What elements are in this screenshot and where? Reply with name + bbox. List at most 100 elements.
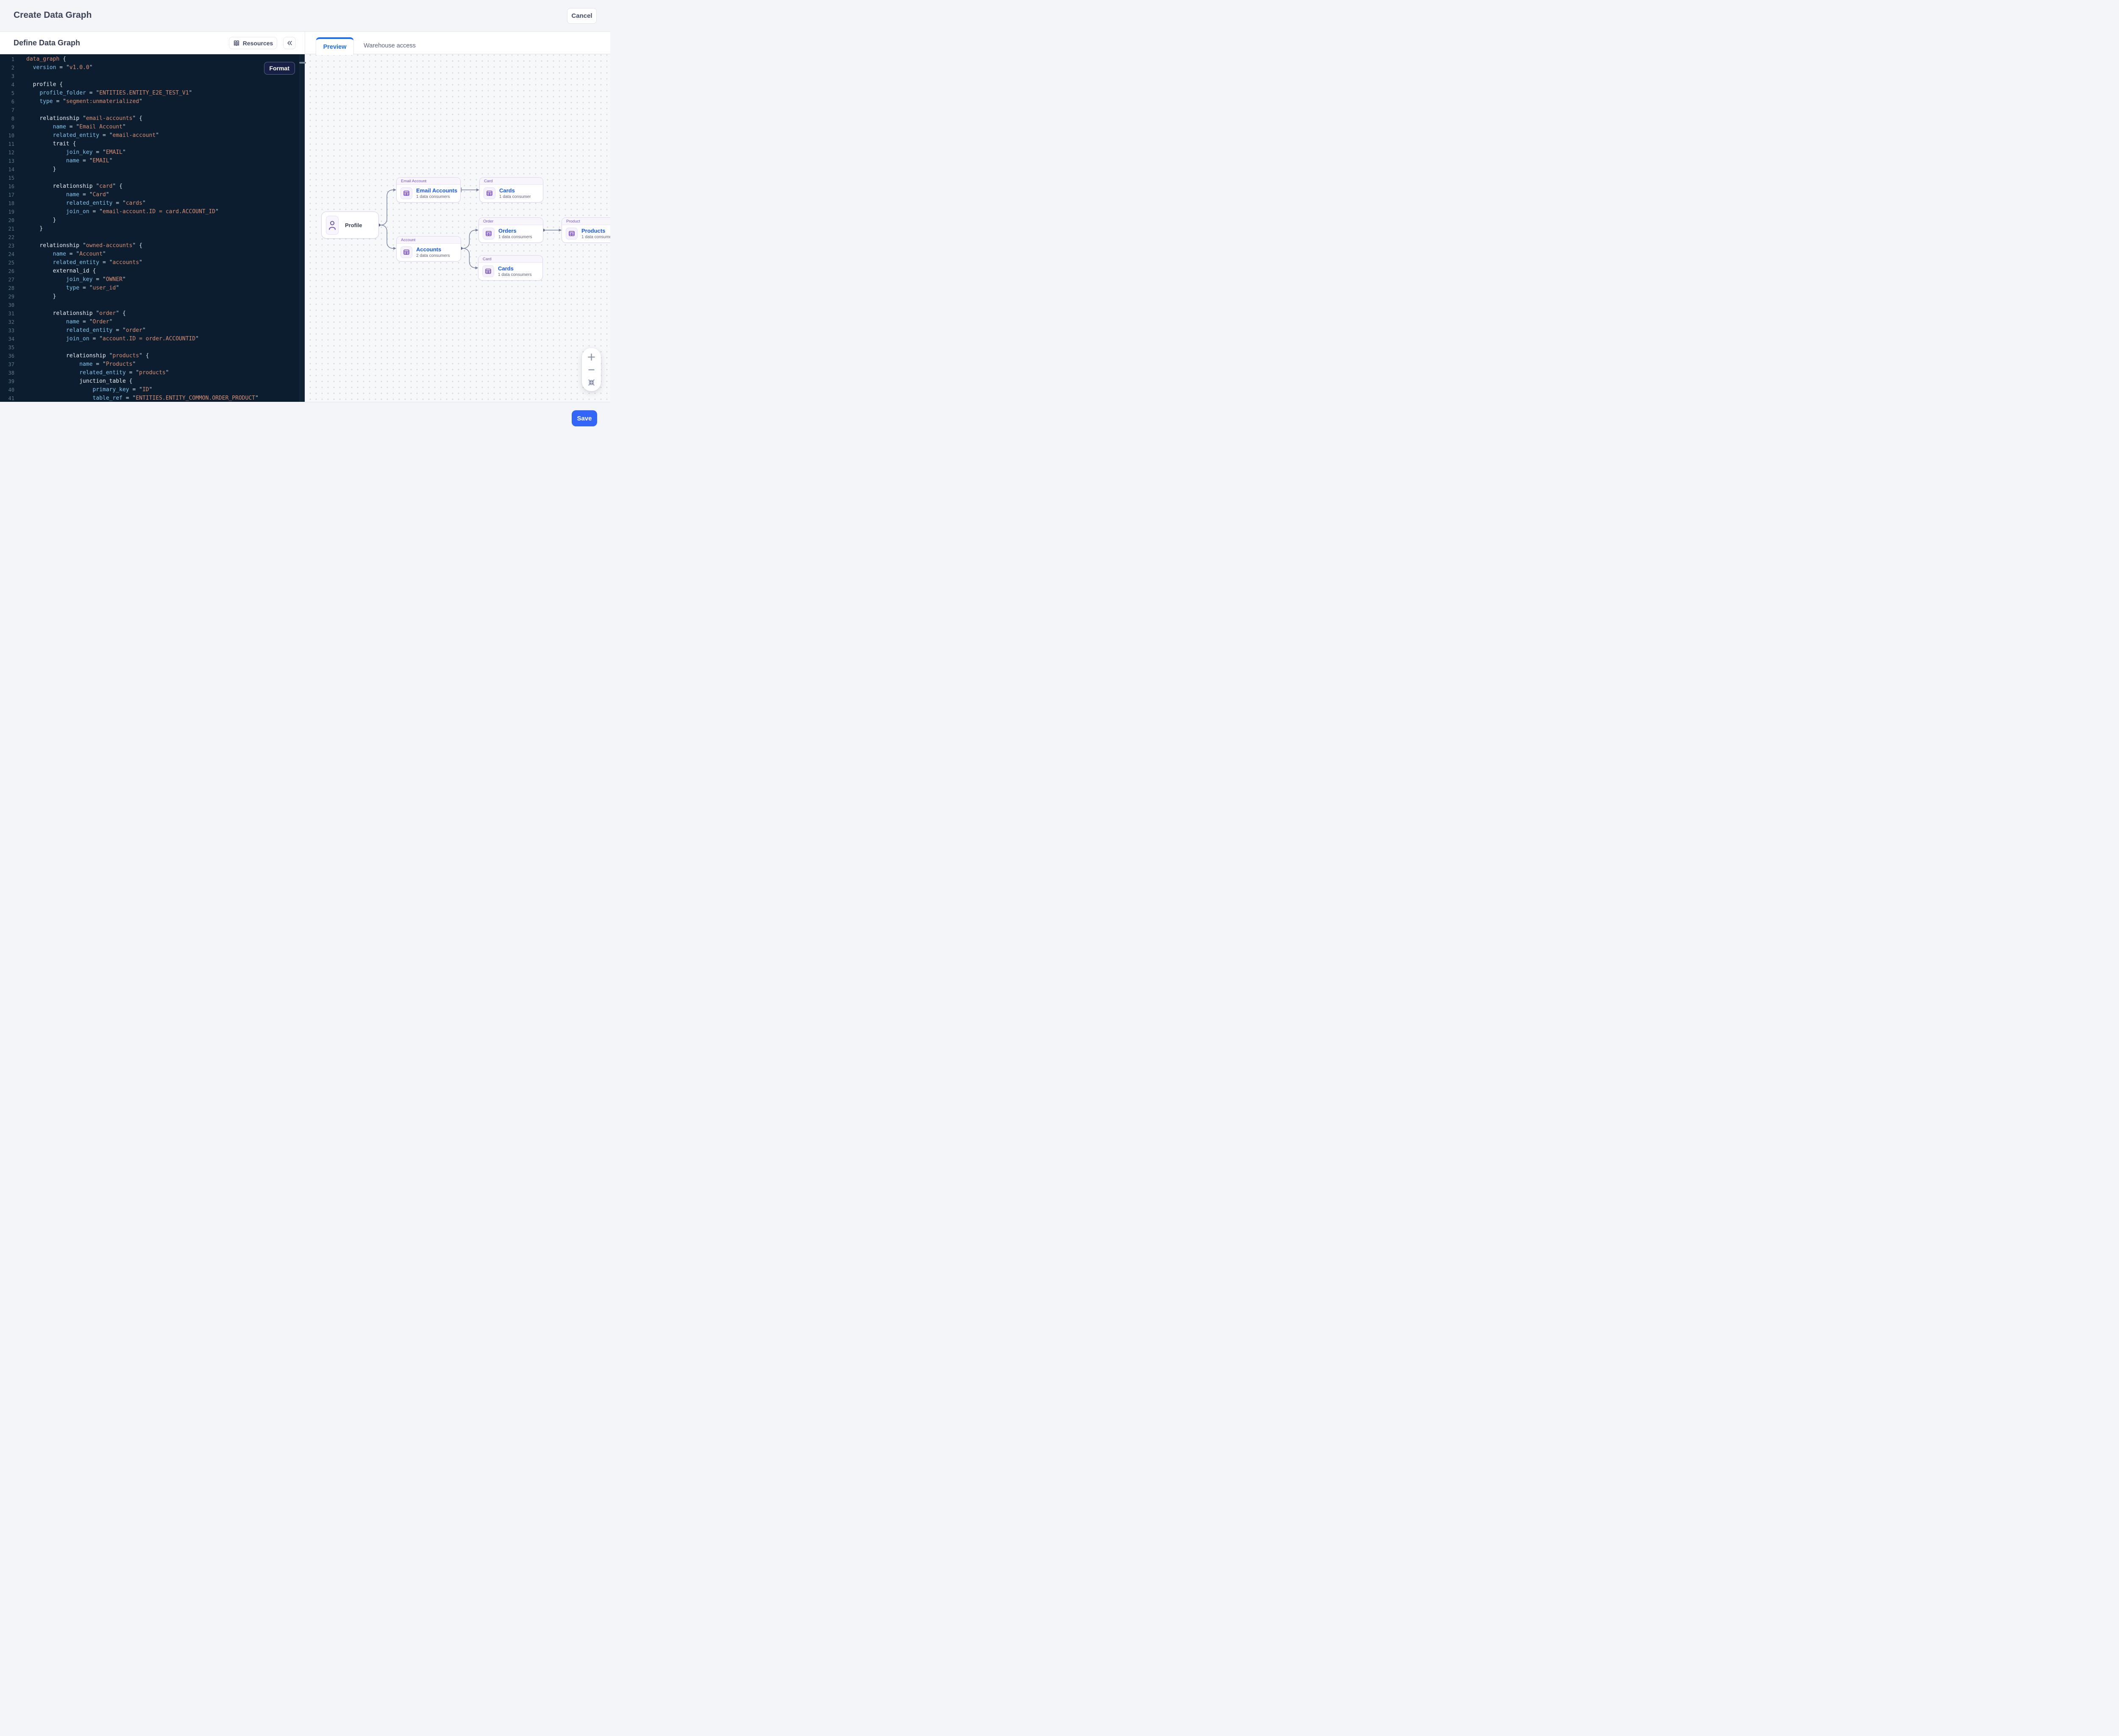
code-line[interactable]: 4 profile { xyxy=(0,81,300,89)
page-title: Create Data Graph xyxy=(14,10,92,20)
entity-group-label: Order xyxy=(479,218,543,225)
code-line[interactable]: 22 xyxy=(0,233,300,242)
code-line[interactable]: 24 name = "Account" xyxy=(0,250,300,259)
code-line[interactable]: 18 related_entity = "cards" xyxy=(0,199,300,208)
zoom-in-icon[interactable] xyxy=(588,353,595,361)
code-line[interactable]: 23 relationship "owned-accounts" { xyxy=(0,242,300,250)
table-icon xyxy=(482,265,494,277)
code-line[interactable]: 37 name = "Products" xyxy=(0,360,300,369)
zoom-controls xyxy=(582,348,601,391)
code-line[interactable]: 20 } xyxy=(0,216,300,225)
code-line[interactable]: 11 trait { xyxy=(0,140,300,148)
graph-node-email-account[interactable]: Email AccountEmail Accounts1 data consum… xyxy=(396,177,461,203)
code-line[interactable]: 36 relationship "products" { xyxy=(0,352,300,360)
code-editor[interactable]: 1data_graph {2 version = "v1.0.0"34 prof… xyxy=(0,54,305,402)
code-line[interactable]: 13 name = "EMAIL" xyxy=(0,157,300,165)
profile-node-label: Profile xyxy=(345,222,362,228)
editor-panel-title: Define Data Graph xyxy=(14,39,80,47)
code-line[interactable]: 12 join_key = "EMAIL" xyxy=(0,148,300,157)
book-icon xyxy=(233,40,240,47)
graph-canvas[interactable]: Profile Email AccountEmail Accounts1 dat… xyxy=(305,54,610,402)
person-icon xyxy=(328,220,336,231)
double-chevron-left-icon xyxy=(286,40,293,46)
define-data-graph-panel: Define Data Graph Resources xyxy=(0,32,305,402)
graph-node-card-top[interactable]: Card Cards1 data consumer xyxy=(479,177,543,203)
table-icon xyxy=(400,246,412,258)
code-line[interactable]: 15 xyxy=(0,174,300,182)
resources-label: Resources xyxy=(243,40,273,47)
code-line[interactable]: 6 type = "segment:unmaterialized" xyxy=(0,97,300,106)
code-lines: 1data_graph {2 version = "v1.0.0"34 prof… xyxy=(0,55,300,402)
entity-group-label: Card xyxy=(480,178,543,185)
code-line[interactable]: 9 name = "Email Account" xyxy=(0,123,300,131)
code-line[interactable]: 19 join_on = "email-account.ID = card.AC… xyxy=(0,208,300,216)
code-line[interactable]: 21 } xyxy=(0,225,300,233)
app-header: Create Data Graph Cancel xyxy=(0,0,610,32)
table-icon xyxy=(484,187,495,199)
profile-icon-box xyxy=(326,216,339,235)
code-line[interactable]: 7 xyxy=(0,106,300,114)
collapse-panel-button[interactable] xyxy=(283,37,296,49)
fit-view-icon[interactable] xyxy=(588,378,595,386)
entity-group-label: Product xyxy=(562,218,610,225)
code-line[interactable]: 26 external_id { xyxy=(0,267,300,275)
code-line[interactable]: 41 table_ref = "ENTITIES.ENTITY_COMMON.O… xyxy=(0,394,300,402)
code-line[interactable]: 2 version = "v1.0.0" xyxy=(0,64,300,72)
code-line[interactable]: 34 join_on = "account.ID = order.ACCOUNT… xyxy=(0,335,300,343)
entity-consumer-count: 2 data consumers xyxy=(416,253,450,258)
code-line[interactable]: 17 name = "Card" xyxy=(0,191,300,199)
code-line[interactable]: 35 xyxy=(0,343,300,352)
entity-consumer-count: 1 data consumers xyxy=(416,195,457,199)
code-line[interactable]: 5 profile_folder = "ENTITIES.ENTITY_E2E_… xyxy=(0,89,300,97)
panel-resize-handle[interactable] xyxy=(299,62,306,64)
save-button[interactable]: Save xyxy=(572,410,597,426)
graph-node-order[interactable]: Order Orders1 data consumers xyxy=(478,217,543,243)
code-line[interactable]: 1data_graph { xyxy=(0,55,300,64)
graph-node-card-bottom[interactable]: Card Cards1 data consumers xyxy=(478,255,543,281)
code-line[interactable]: 32 name = "Order" xyxy=(0,318,300,326)
table-icon xyxy=(400,187,412,199)
resources-button[interactable]: Resources xyxy=(229,37,277,49)
code-line[interactable]: 31 relationship "order" { xyxy=(0,309,300,318)
code-line[interactable]: 10 related_entity = "email-account" xyxy=(0,131,300,140)
format-button[interactable]: Format xyxy=(264,62,295,75)
table-icon xyxy=(483,228,495,239)
code-line[interactable]: 14 } xyxy=(0,165,300,174)
entity-consumer-count: 1 data consumer xyxy=(499,195,531,199)
graph-node-account[interactable]: Account Accounts2 data consumers xyxy=(396,236,461,262)
entity-consumer-count: 1 data consumers xyxy=(498,273,532,277)
code-line[interactable]: 30 xyxy=(0,301,300,309)
preview-panel: Preview Warehouse access xyxy=(305,32,610,402)
code-line[interactable]: 33 related_entity = "order" xyxy=(0,326,300,335)
graph-node-product[interactable]: Product Products1 data consumer xyxy=(562,217,610,243)
tab-preview[interactable]: Preview xyxy=(316,37,354,55)
entity-title-link[interactable]: Orders xyxy=(498,228,532,234)
code-line[interactable]: 27 join_key = "OWNER" xyxy=(0,275,300,284)
code-line[interactable]: 28 type = "user_id" xyxy=(0,284,300,292)
footer-bar: Save xyxy=(0,402,610,434)
code-line[interactable]: 3 xyxy=(0,72,300,81)
zoom-out-icon[interactable] xyxy=(588,366,595,373)
table-icon xyxy=(566,228,578,239)
tab-warehouse-access[interactable]: Warehouse access xyxy=(359,37,420,54)
code-line[interactable]: 25 related_entity = "accounts" xyxy=(0,259,300,267)
entity-group-label: Account xyxy=(397,236,461,244)
entity-title-link[interactable]: Cards xyxy=(498,265,532,272)
entity-group-label: Card xyxy=(478,256,542,263)
entity-title-link[interactable]: Cards xyxy=(499,187,531,194)
graph-node-profile[interactable]: Profile xyxy=(321,211,379,239)
editor-scrollbar[interactable] xyxy=(300,54,305,402)
entity-consumer-count: 1 data consumer xyxy=(581,235,610,239)
entity-title-link[interactable]: Accounts xyxy=(416,246,450,253)
code-line[interactable]: 40 primary_key = "ID" xyxy=(0,386,300,394)
entity-consumer-count: 1 data consumers xyxy=(498,235,532,239)
cancel-button[interactable]: Cancel xyxy=(567,8,597,24)
code-line[interactable]: 29 } xyxy=(0,292,300,301)
entity-title-link[interactable]: Email Accounts xyxy=(416,187,457,194)
preview-tab-bar: Preview Warehouse access xyxy=(305,32,610,54)
entity-title-link[interactable]: Products xyxy=(581,228,610,234)
code-line[interactable]: 39 junction_table { xyxy=(0,377,300,386)
code-line[interactable]: 8 relationship "email-accounts" { xyxy=(0,114,300,123)
code-line[interactable]: 16 relationship "card" { xyxy=(0,182,300,191)
code-line[interactable]: 38 related_entity = "products" xyxy=(0,369,300,377)
